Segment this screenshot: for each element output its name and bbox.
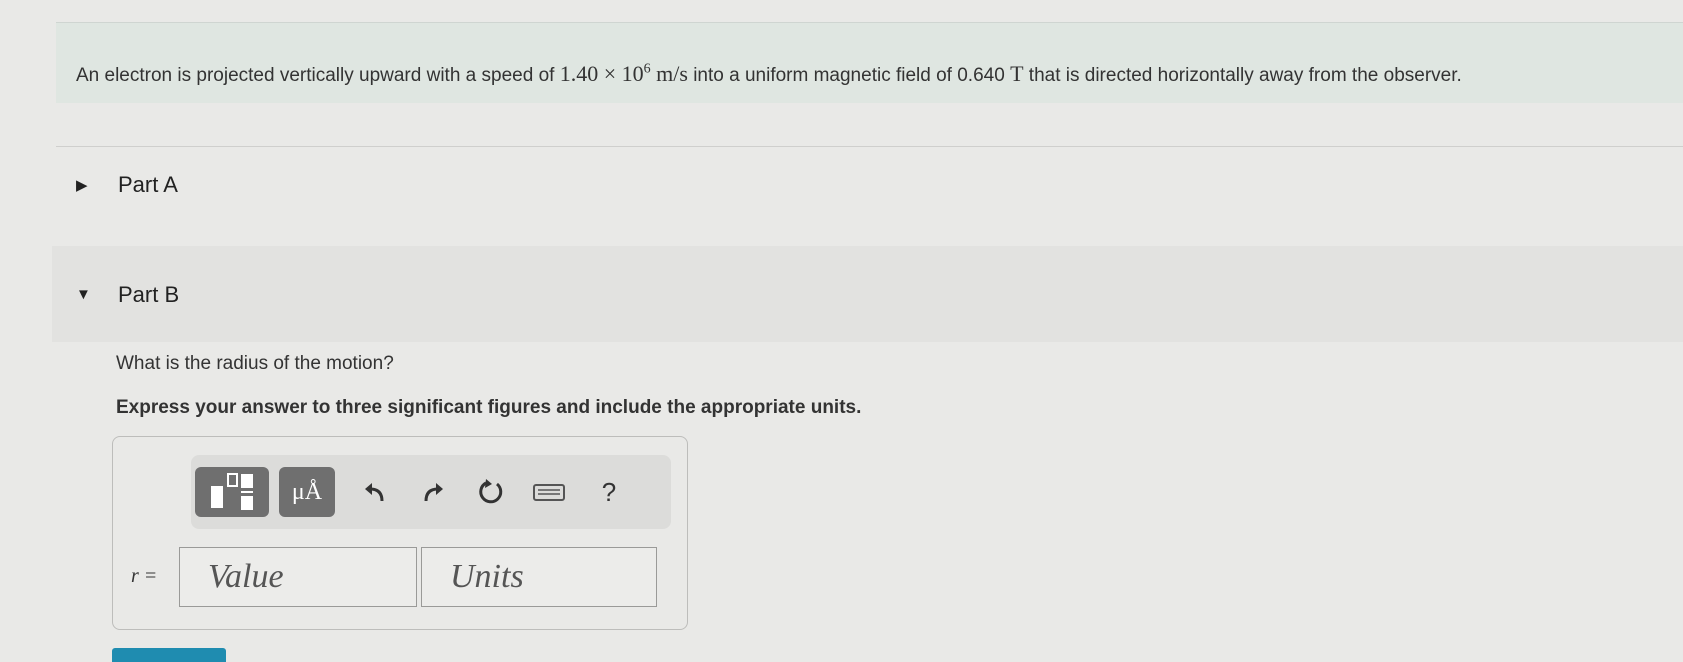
speed-mantissa: 1.40 × 10 (559, 61, 644, 86)
problem-text-middle: into a uniform magnetic field of 0.640 (687, 65, 1011, 86)
expand-arrow-icon[interactable]: ▶ (76, 176, 88, 194)
part-a-label: Part A (118, 172, 178, 197)
units-button[interactable]: μÅ (279, 467, 335, 517)
part-b-header[interactable]: ▼ Part B (52, 246, 1683, 342)
part-b-label: Part B (118, 282, 180, 307)
redo-button[interactable] (411, 467, 455, 517)
help-icon: ? (601, 476, 617, 507)
value-input[interactable]: Value (179, 547, 417, 607)
keyboard-button[interactable] (525, 467, 573, 517)
field-unit: T (1010, 61, 1024, 86)
undo-button[interactable] (353, 467, 397, 517)
speed-value: 1.40 × 106 m/s (560, 61, 688, 86)
problem-text-start: An electron is projected vertically upwa… (76, 65, 560, 86)
keyboard-icon (533, 482, 565, 502)
undo-icon (362, 479, 388, 505)
collapse-arrow-icon[interactable]: ▼ (76, 286, 91, 303)
problem-statement: An electron is projected vertically upwa… (56, 22, 1683, 103)
help-button[interactable]: ? (587, 467, 631, 517)
templates-button[interactable] (195, 467, 269, 517)
units-placeholder: Units (450, 558, 524, 595)
reset-icon (477, 478, 505, 506)
problem-text-end: that is directed horizontally away from … (1023, 65, 1462, 86)
speed-exponent: 6 (643, 61, 651, 77)
math-toolbar: μÅ ? (191, 455, 671, 529)
answer-panel: μÅ ? r = Value Units (112, 436, 688, 630)
question-text: What is the radius of the motion? (116, 353, 394, 374)
reset-button[interactable] (469, 467, 513, 517)
units-input[interactable]: Units (421, 547, 657, 607)
problem-text: An electron is projected vertically upwa… (76, 61, 1462, 87)
value-placeholder: Value (208, 558, 284, 595)
fraction-template-icon (207, 472, 257, 512)
variable-label: r = (131, 565, 158, 587)
redo-icon (420, 479, 446, 505)
units-label: μÅ (291, 478, 323, 505)
instruction-text: Express your answer to three significant… (116, 397, 862, 418)
part-a-header[interactable]: ▶ Part A (52, 136, 1683, 232)
speed-unit: m/s (650, 61, 688, 86)
